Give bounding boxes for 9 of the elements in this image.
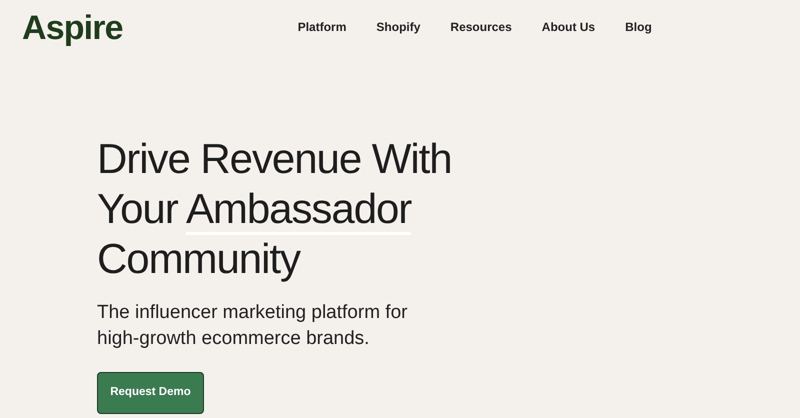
nav-link[interactable]: About Us [542, 18, 596, 36]
hero-subtitle: The influencer marketing platform for high-growth ecommerce brands. [97, 301, 408, 351]
logo[interactable]: Aspire [22, 11, 123, 45]
nav-link[interactable]: Shopify [376, 18, 420, 36]
nav-link[interactable]: Resources [450, 18, 512, 36]
hero-heading: Drive Revenue With Your Ambassador Community [97, 134, 453, 284]
request-demo-button[interactable]: Request Demo [97, 372, 204, 414]
nav-link[interactable]: Platform [298, 18, 346, 36]
nav-link[interactable]: Blog [625, 18, 652, 36]
